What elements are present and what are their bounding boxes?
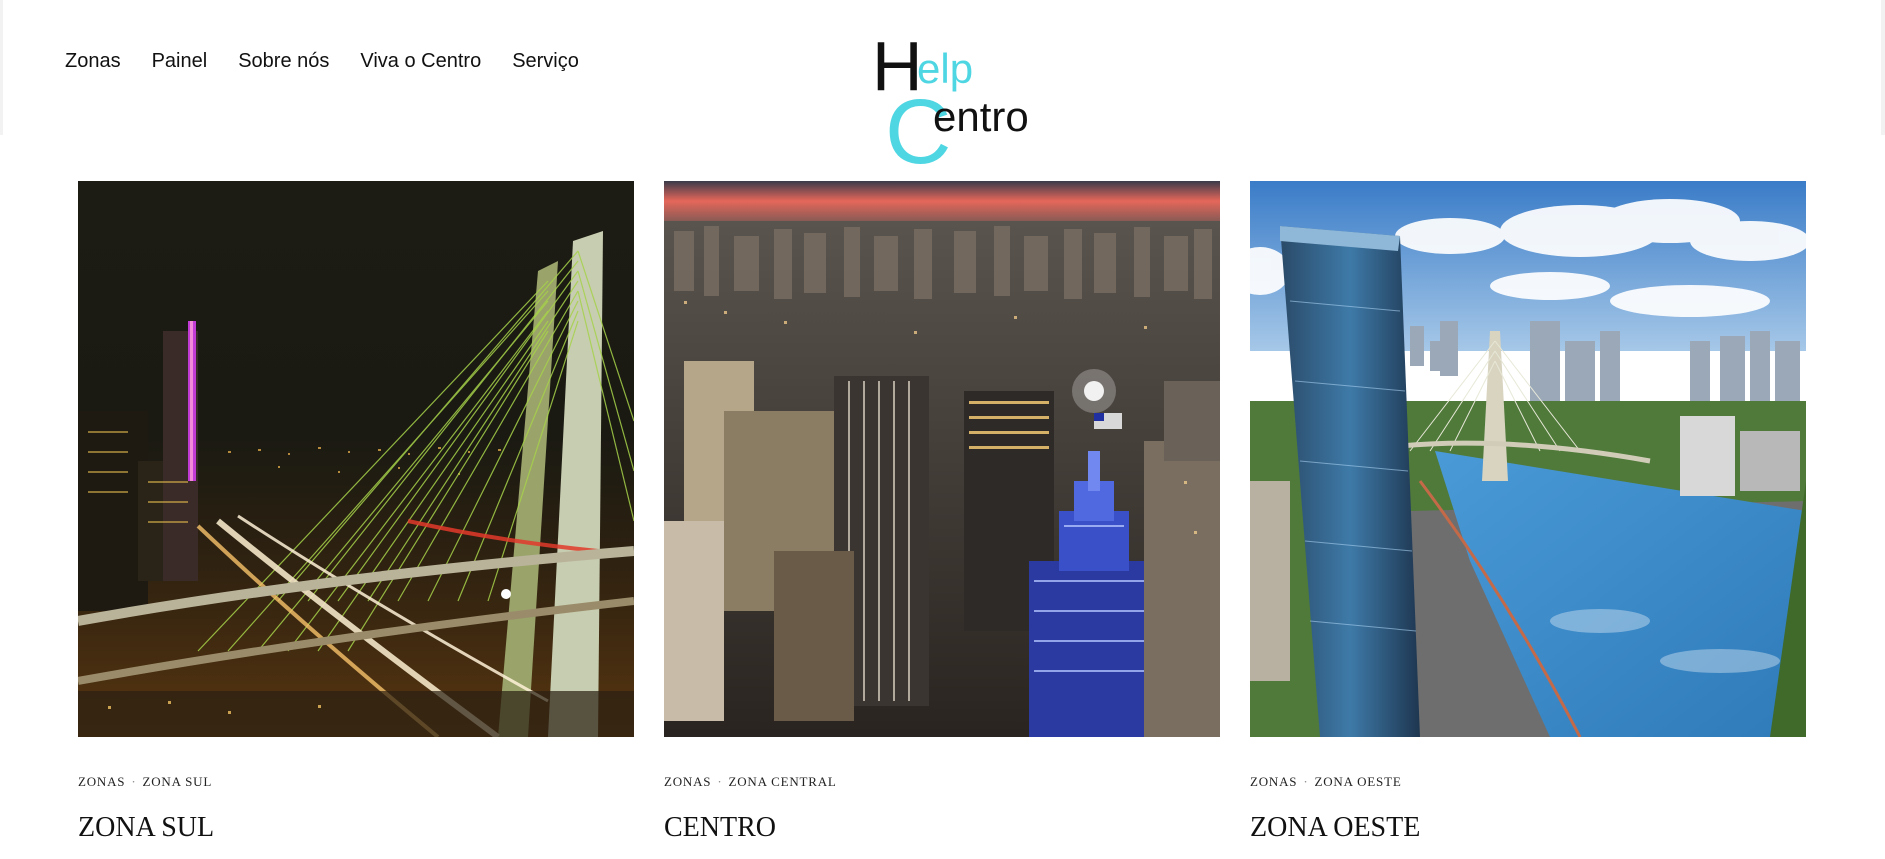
- logo-text-entro: entro: [933, 93, 1029, 140]
- card-image-link[interactable]: [664, 181, 1220, 737]
- card-image-link[interactable]: [78, 181, 634, 737]
- zone-cards: ZONAS · ZONA SUL ZONA SUL ZONAS · ZONA C…: [78, 181, 1806, 845]
- nav-painel[interactable]: Painel: [152, 48, 208, 74]
- help-centro-logo-mark: H elp C entro: [872, 32, 1029, 167]
- category-separator: ·: [717, 774, 723, 789]
- category-link-zonas[interactable]: ZONAS: [1250, 774, 1297, 790]
- downtown-aerial-sunset-photo: [664, 181, 1220, 737]
- site-header: Zonas Painel Sobre nós Viva o Centro Ser…: [0, 0, 1885, 167]
- riverside-aerial-day-photo: [1250, 181, 1806, 737]
- category-link-zonas[interactable]: ZONAS: [78, 774, 125, 790]
- nav-sobre-nos[interactable]: Sobre nós: [238, 48, 329, 74]
- night-cable-bridge-photo: [78, 181, 634, 737]
- category-link-zona-oeste[interactable]: ZONA OESTE: [1314, 774, 1401, 790]
- nav-servico[interactable]: Serviço: [512, 48, 579, 74]
- card-categories: ZONAS · ZONA OESTE: [1250, 773, 1806, 791]
- card-image-link[interactable]: [1250, 181, 1806, 737]
- nav-viva-o-centro[interactable]: Viva o Centro: [360, 48, 481, 74]
- category-separator: ·: [1303, 774, 1309, 789]
- header-edge-left: [0, 0, 3, 135]
- card-title[interactable]: ZONA OESTE: [1250, 811, 1806, 845]
- card-categories: ZONAS · ZONA SUL: [78, 773, 634, 791]
- category-link-zonas[interactable]: ZONAS: [664, 774, 711, 790]
- card-zona-oeste: ZONAS · ZONA OESTE ZONA OESTE: [1250, 181, 1806, 845]
- header-edge-right: [1881, 0, 1885, 135]
- card-centro: ZONAS · ZONA CENTRAL CENTRO: [664, 181, 1220, 845]
- card-title[interactable]: CENTRO: [664, 811, 1220, 845]
- card-title[interactable]: ZONA SUL: [78, 811, 634, 845]
- category-link-zona-sul[interactable]: ZONA SUL: [142, 774, 212, 790]
- help-centro-logo[interactable]: H elp C entro: [872, 32, 1040, 167]
- main-nav: Zonas Painel Sobre nós Viva o Centro Ser…: [65, 48, 610, 74]
- category-link-zona-central[interactable]: ZONA CENTRAL: [728, 774, 836, 790]
- category-separator: ·: [131, 774, 137, 789]
- card-categories: ZONAS · ZONA CENTRAL: [664, 773, 1220, 791]
- card-zona-sul: ZONAS · ZONA SUL ZONA SUL: [78, 181, 634, 845]
- nav-zonas[interactable]: Zonas: [65, 48, 121, 74]
